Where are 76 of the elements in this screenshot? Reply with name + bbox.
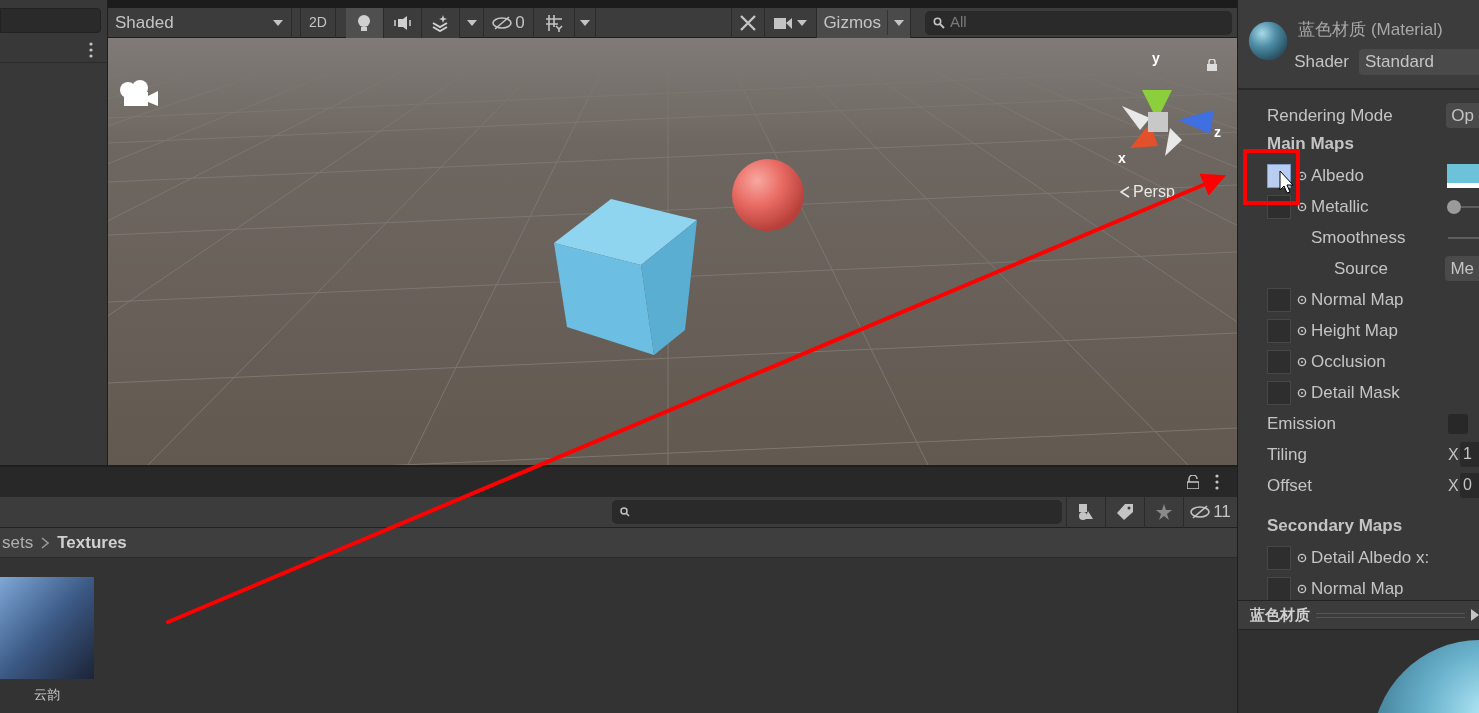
- star-icon: [1155, 503, 1173, 521]
- more-icon[interactable]: [1215, 474, 1219, 490]
- field-label: Height Map: [1311, 319, 1399, 342]
- object-picker-icon[interactable]: [1297, 356, 1307, 367]
- object-picker-icon[interactable]: [1297, 583, 1307, 594]
- search-field[interactable]: All: [925, 10, 1232, 35]
- material-title: 蓝色材质 (Material): [1298, 19, 1444, 41]
- field-label: Detail Albedo x:: [1311, 546, 1431, 569]
- toggle-button[interactable]: [384, 7, 422, 38]
- preview-title: 蓝色材质: [1250, 604, 1310, 625]
- hidden-objects-button[interactable]: 0: [484, 7, 534, 38]
- field-label: Tiling: [1267, 443, 1308, 466]
- axis-label: y: [1152, 49, 1160, 68]
- object-picker-icon[interactable]: [1297, 325, 1307, 336]
- eye-slash-icon: [492, 15, 513, 30]
- search-field[interactable]: [612, 500, 1062, 524]
- dropdown[interactable]: Op: [1446, 103, 1479, 128]
- shader-dropdown[interactable]: Standard: [1359, 48, 1479, 75]
- grid-icon: [545, 13, 563, 32]
- dropdown-button[interactable]: [574, 7, 596, 38]
- field-label: Occlusion: [1311, 350, 1387, 373]
- tag-icon: [1116, 503, 1134, 521]
- field-label: Albedo: [1311, 164, 1365, 187]
- 2d-toggle[interactable]: 2D: [300, 7, 336, 38]
- axis-label: X: [1448, 444, 1460, 465]
- chevron-right-icon: [41, 536, 50, 549]
- field-label: Source: [1333, 257, 1389, 280]
- shading-dropdown[interactable]: Shaded: [108, 7, 292, 38]
- number-field[interactable]: 0: [1460, 473, 1479, 498]
- field-label: Shader: [1294, 50, 1349, 73]
- dropdown[interactable]: Me: [1445, 256, 1479, 281]
- object-picker-icon[interactable]: [1297, 294, 1307, 305]
- object-picker-icon[interactable]: [1297, 170, 1307, 181]
- axis-label: x: [1118, 149, 1126, 168]
- field-label: Rendering Mode: [1267, 104, 1394, 127]
- axis-label: z: [1214, 123, 1221, 142]
- object-picker-icon[interactable]: [1297, 387, 1307, 398]
- field-label: Offset: [1267, 474, 1314, 497]
- more-icon: [89, 41, 93, 58]
- speaker-icon: [394, 13, 411, 32]
- color-field[interactable]: [1447, 163, 1479, 188]
- tools-button[interactable]: [731, 7, 766, 38]
- asset-name[interactable]: 云韵: [34, 685, 60, 705]
- breadcrumb-item[interactable]: Textures: [57, 529, 127, 556]
- lock-icon[interactable]: [1187, 475, 1199, 489]
- gizmos-dropdown[interactable]: Gizmos: [817, 7, 911, 38]
- slider-track[interactable]: [1448, 236, 1479, 239]
- search-icon: [620, 507, 630, 517]
- layers-icon: [432, 13, 449, 32]
- bulb-icon: [356, 13, 373, 32]
- object-picker-icon[interactable]: [1297, 552, 1307, 563]
- slider-thumb[interactable]: [1447, 199, 1461, 214]
- field-label: Emission: [1267, 412, 1337, 435]
- lock-icon: [1207, 59, 1217, 71]
- chevron-left-icon: [1120, 186, 1130, 198]
- field-label: Detail Mask: [1311, 381, 1401, 404]
- breadcrumb-item[interactable]: sets: [2, 529, 34, 556]
- field-label: Normal Map: [1311, 288, 1405, 311]
- toggle-button[interactable]: [422, 7, 460, 38]
- field-label: Normal Map: [1311, 577, 1405, 600]
- view-label[interactable]: Persp: [1133, 180, 1175, 204]
- eye-slash-icon: [1190, 505, 1211, 519]
- search-icon: [933, 16, 945, 29]
- section-header: Secondary Maps: [1267, 515, 1403, 537]
- field-label: Metallic: [1311, 195, 1370, 218]
- number-field[interactable]: 1: [1460, 442, 1479, 467]
- object-picker-icon[interactable]: [1297, 201, 1307, 212]
- shapes-icon: [1077, 503, 1095, 521]
- play-icon[interactable]: [1471, 609, 1479, 621]
- video-camera-icon: [773, 15, 792, 30]
- field-label: Smoothness: [1310, 226, 1407, 249]
- photo-placeholder[interactable]: [0, 577, 94, 679]
- section-header: Main Maps: [1267, 133, 1354, 155]
- tools-icon: [739, 13, 758, 32]
- axis-label: X: [1448, 475, 1460, 496]
- toggle-button[interactable]: [346, 7, 384, 38]
